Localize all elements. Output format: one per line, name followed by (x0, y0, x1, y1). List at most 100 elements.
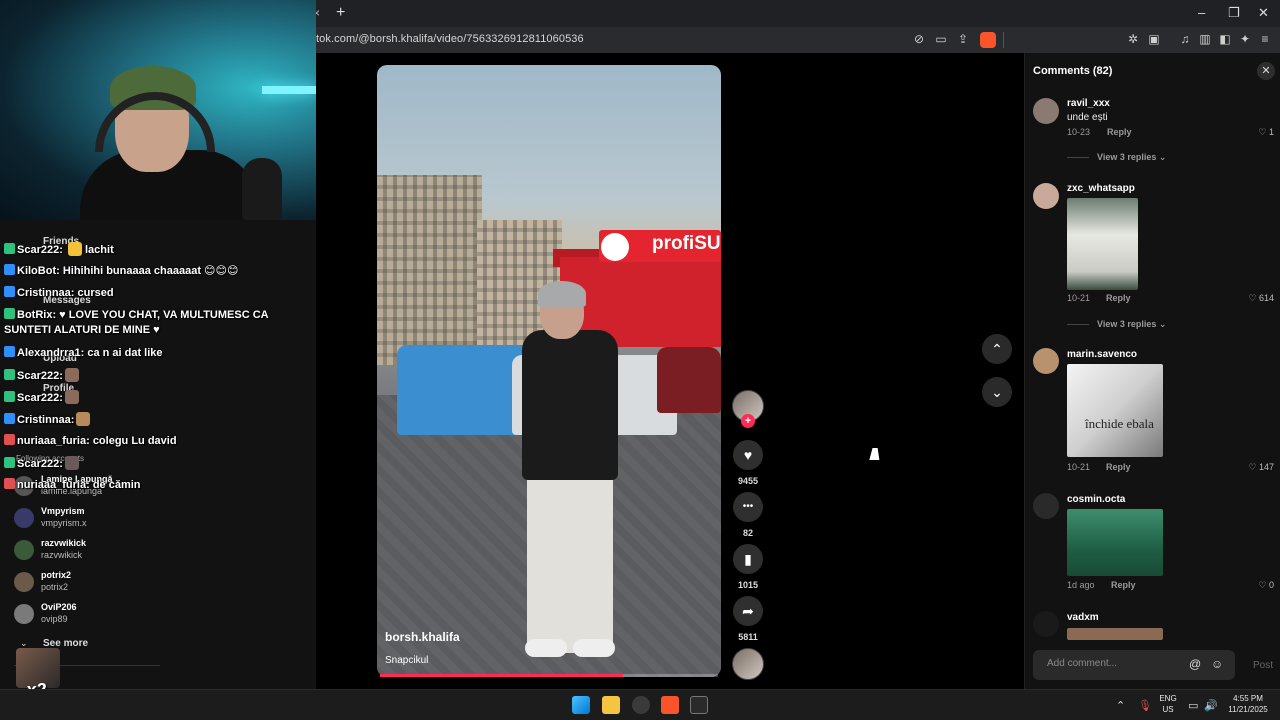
mention-icon[interactable]: @ (1189, 657, 1201, 671)
comment-image-meme[interactable]: închide ebala (1067, 364, 1163, 457)
comment-button[interactable]: ••• (733, 492, 763, 522)
bookmark-button[interactable]: ▮ (733, 544, 763, 574)
streamer-webcam (0, 0, 316, 220)
start-icon[interactable] (572, 696, 590, 714)
sound-disc-avatar[interactable] (732, 648, 764, 680)
close-window-button[interactable]: ✕ (1258, 5, 1269, 21)
chat-username: Scar222: (17, 370, 63, 382)
chat-text: ca n ai dat like (87, 347, 163, 359)
network-icon[interactable]: ▭ (1188, 699, 1198, 712)
like-button[interactable]: ♥ (733, 440, 763, 470)
chat-username: Alexandrra1: (17, 347, 85, 359)
close-comments-button[interactable]: ✕ (1257, 62, 1275, 80)
add-comment-input[interactable]: Add comment... @ ☺ (1033, 650, 1235, 680)
chevron-up-icon: ⌃ (991, 341, 1003, 357)
sidebar-toggle-icon[interactable]: ▥ (1198, 32, 1212, 46)
led-strip (262, 86, 316, 94)
clock-time[interactable]: 4:55 PM (1222, 694, 1274, 703)
comment-like[interactable]: ♡ 614 (1248, 293, 1274, 304)
new-tab-button[interactable]: + (336, 4, 345, 22)
comment-date: 10-23 (1067, 127, 1091, 137)
url-field[interactable]: tok.com/@borsh.khalifa/video/75633269128… (316, 33, 584, 45)
following-avatar[interactable] (14, 604, 34, 624)
following-name[interactable]: OviP206 (41, 602, 77, 612)
video-caption: Snapcikul (385, 655, 429, 666)
minimize-button[interactable]: – (1198, 5, 1205, 20)
comment-avatar[interactable] (1033, 183, 1059, 209)
mute-icon[interactable]: ⊘ (912, 32, 926, 46)
comment-username[interactable]: vadxm (1067, 612, 1099, 623)
chat-text: cursed (77, 287, 114, 299)
comment-avatar[interactable] (1033, 611, 1059, 637)
following-handle: potrix2 (41, 582, 69, 592)
chat-text: de cămin (92, 479, 141, 491)
heart-icon: ♥ (743, 447, 753, 463)
emoji-icon[interactable]: ☺ (1211, 657, 1223, 671)
brave-shield-icon[interactable] (980, 32, 996, 48)
comment-username[interactable]: marin.savenco (1067, 349, 1137, 360)
reply-button[interactable]: Reply (1111, 580, 1136, 590)
video-progress-bar[interactable] (380, 674, 718, 677)
comment-username[interactable]: ravil_xxx (1067, 98, 1110, 109)
media-icon[interactable]: ♫ (1178, 32, 1192, 46)
following-avatar[interactable] (14, 508, 34, 528)
comment-like-count: 147 (1258, 462, 1274, 472)
view-replies-button[interactable]: View 3 replies ⌄ (1097, 152, 1166, 163)
wallet-icon[interactable]: ▣ (1147, 32, 1161, 46)
share-button[interactable]: ➦ (733, 596, 763, 626)
comment-image-partial[interactable] (1067, 628, 1163, 640)
video-player[interactable]: profiSU (377, 65, 721, 677)
comment-like-count: 614 (1258, 293, 1274, 303)
comment-avatar[interactable] (1033, 348, 1059, 374)
following-name[interactable]: Vmpyrism (41, 506, 85, 516)
chat-message: Cristinnaa: (4, 412, 91, 426)
following-avatar[interactable] (14, 540, 34, 560)
extensions-icon[interactable]: ✲ (1126, 32, 1140, 46)
comment-username[interactable]: zxc_whatsapp (1067, 183, 1135, 194)
post-comment-button[interactable]: Post (1253, 660, 1273, 671)
file-explorer-icon[interactable] (602, 696, 620, 714)
language-indicator[interactable]: ENG (1156, 694, 1180, 703)
share-page-icon[interactable]: ⇪ (956, 32, 970, 46)
leo-ai-icon[interactable]: ✦ (1238, 32, 1252, 46)
comment-avatar[interactable] (1033, 98, 1059, 124)
volume-icon[interactable]: 🔊 (1204, 699, 1218, 712)
video-author[interactable]: borsh.khalifa (385, 630, 460, 644)
comment-avatar[interactable] (1033, 493, 1059, 519)
crypto-wallet-icon[interactable]: ◧ (1218, 32, 1232, 46)
menu-icon[interactable]: ≡ (1258, 32, 1272, 46)
reply-button[interactable]: Reply (1106, 462, 1131, 472)
following-name[interactable]: razvwikick (41, 538, 86, 548)
bookmark-count: 1015 (737, 580, 759, 590)
previous-video-button[interactable]: ⌃ (982, 334, 1012, 364)
brave-browser-icon[interactable] (661, 696, 679, 714)
follow-button[interactable]: + (741, 414, 755, 428)
chat-username: Scar222: (17, 458, 63, 470)
comment-image-rabbid[interactable] (1067, 198, 1138, 290)
view-replies-label: View 3 replies (1097, 152, 1157, 162)
comment-icon: ••• (742, 501, 754, 512)
following-avatar[interactable] (14, 572, 34, 592)
car-red (657, 347, 721, 413)
comment-image-squid-game[interactable] (1067, 509, 1163, 576)
comment-like[interactable]: ♡ 147 (1248, 462, 1274, 473)
view-replies-button[interactable]: View 3 replies ⌄ (1097, 319, 1166, 330)
obs-icon[interactable] (632, 696, 650, 714)
tray-overflow-icon[interactable]: ⌃ (1116, 699, 1125, 712)
comment-username[interactable]: cosmin.octa (1067, 494, 1125, 505)
following-name[interactable]: potrix2 (41, 570, 71, 580)
reply-button[interactable]: Reply (1107, 127, 1132, 137)
stream-chat-overlay: Scar222: lachit KiloBot: Hihihihi bunaaa… (0, 216, 316, 506)
cast-icon[interactable]: ▭ (934, 32, 948, 46)
restore-button[interactable]: ❐ (1228, 5, 1240, 21)
clock-date[interactable]: 11/21/2025 (1222, 705, 1274, 714)
epic-games-icon[interactable] (690, 696, 708, 714)
badge-icon (4, 391, 15, 402)
reply-button[interactable]: Reply (1106, 293, 1131, 303)
next-video-button[interactable]: ⌄ (982, 377, 1012, 407)
chat-text: ♥ LOVE YOU CHAT, VA MULTUMESC CA (59, 309, 269, 321)
microphone-icon[interactable]: 🎙 (1138, 699, 1152, 712)
comment-like[interactable]: ♡ 0 (1258, 580, 1274, 591)
comment-like[interactable]: ♡ 1 (1258, 127, 1274, 138)
person-beanie (538, 281, 586, 307)
